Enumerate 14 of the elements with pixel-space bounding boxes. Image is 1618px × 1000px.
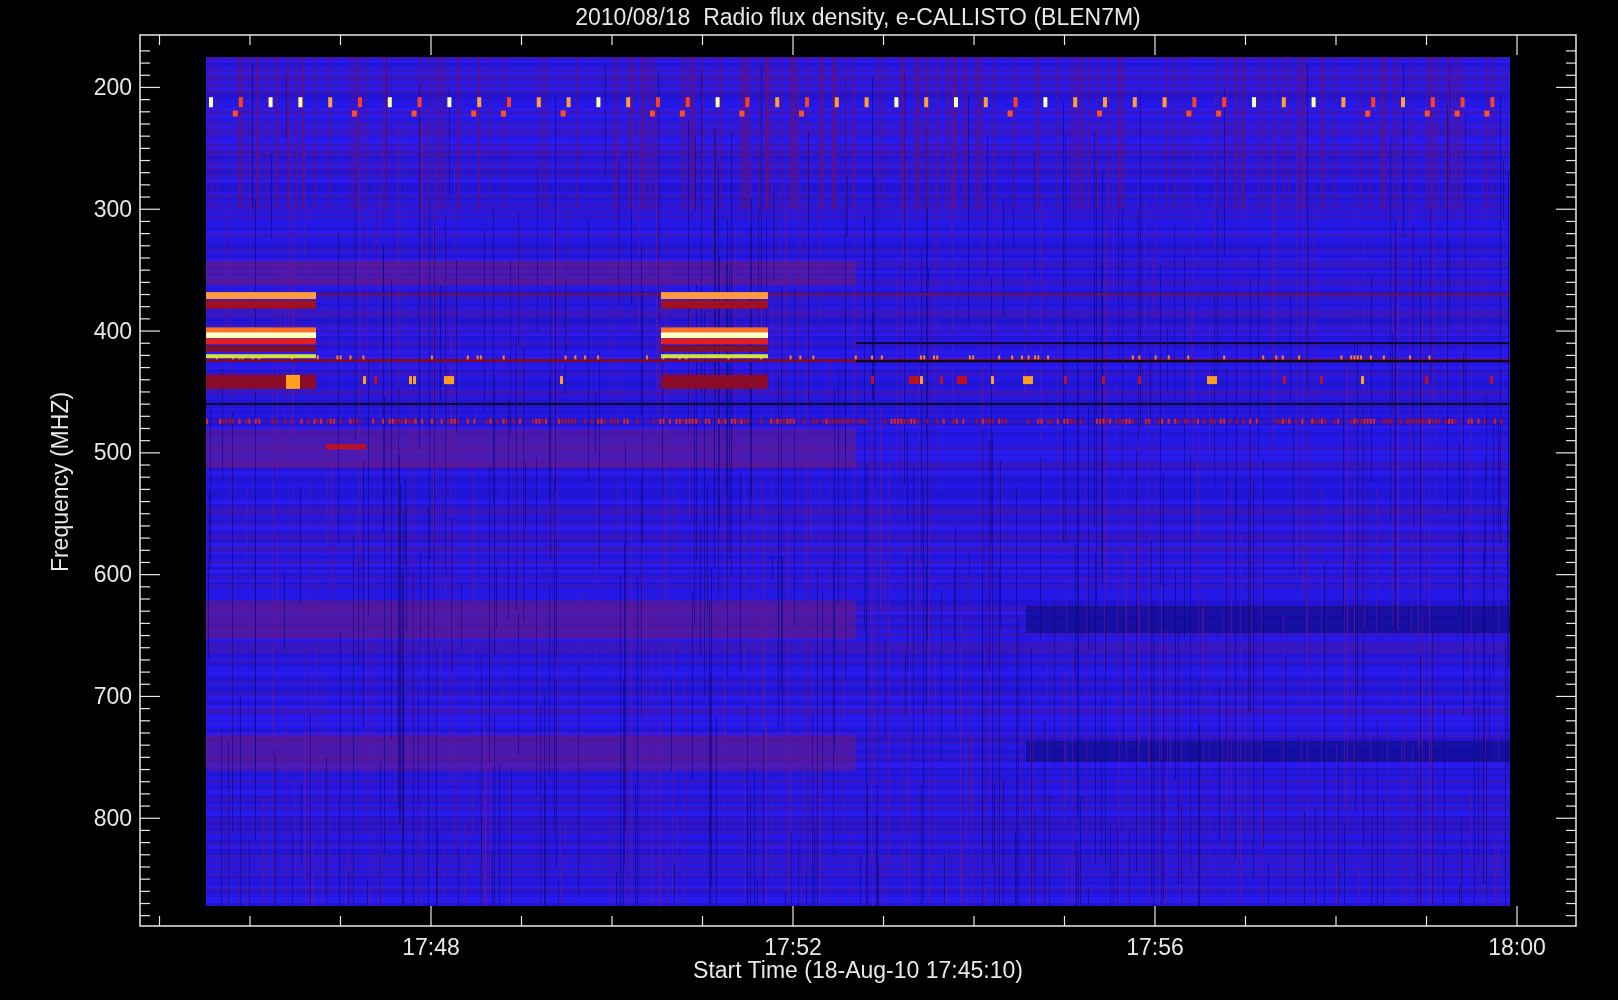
chart-title: 2010/08/18 Radio flux density, e-CALLISTO (BLEN7M) xyxy=(575,4,1141,30)
x-tick-label: 17:52 xyxy=(764,934,822,960)
x-tick-label: 18:00 xyxy=(1488,934,1546,960)
x-tick-label: 17:48 xyxy=(402,934,460,960)
x-axis-label: Start Time (18-Aug-10 17:45:10) xyxy=(693,957,1023,983)
y-tick-label: 600 xyxy=(93,561,132,588)
y-tick-label: 400 xyxy=(93,317,132,344)
y-tick-label: 300 xyxy=(93,195,132,222)
y-tick-label: 800 xyxy=(93,804,132,831)
y-axis-label: Frequency (MHZ) xyxy=(47,391,73,573)
x-tick-label: 17:56 xyxy=(1126,934,1184,960)
y-tick-label: 200 xyxy=(93,74,132,100)
y-tick-label: 700 xyxy=(93,683,132,709)
y-tick-label: 500 xyxy=(93,439,132,466)
